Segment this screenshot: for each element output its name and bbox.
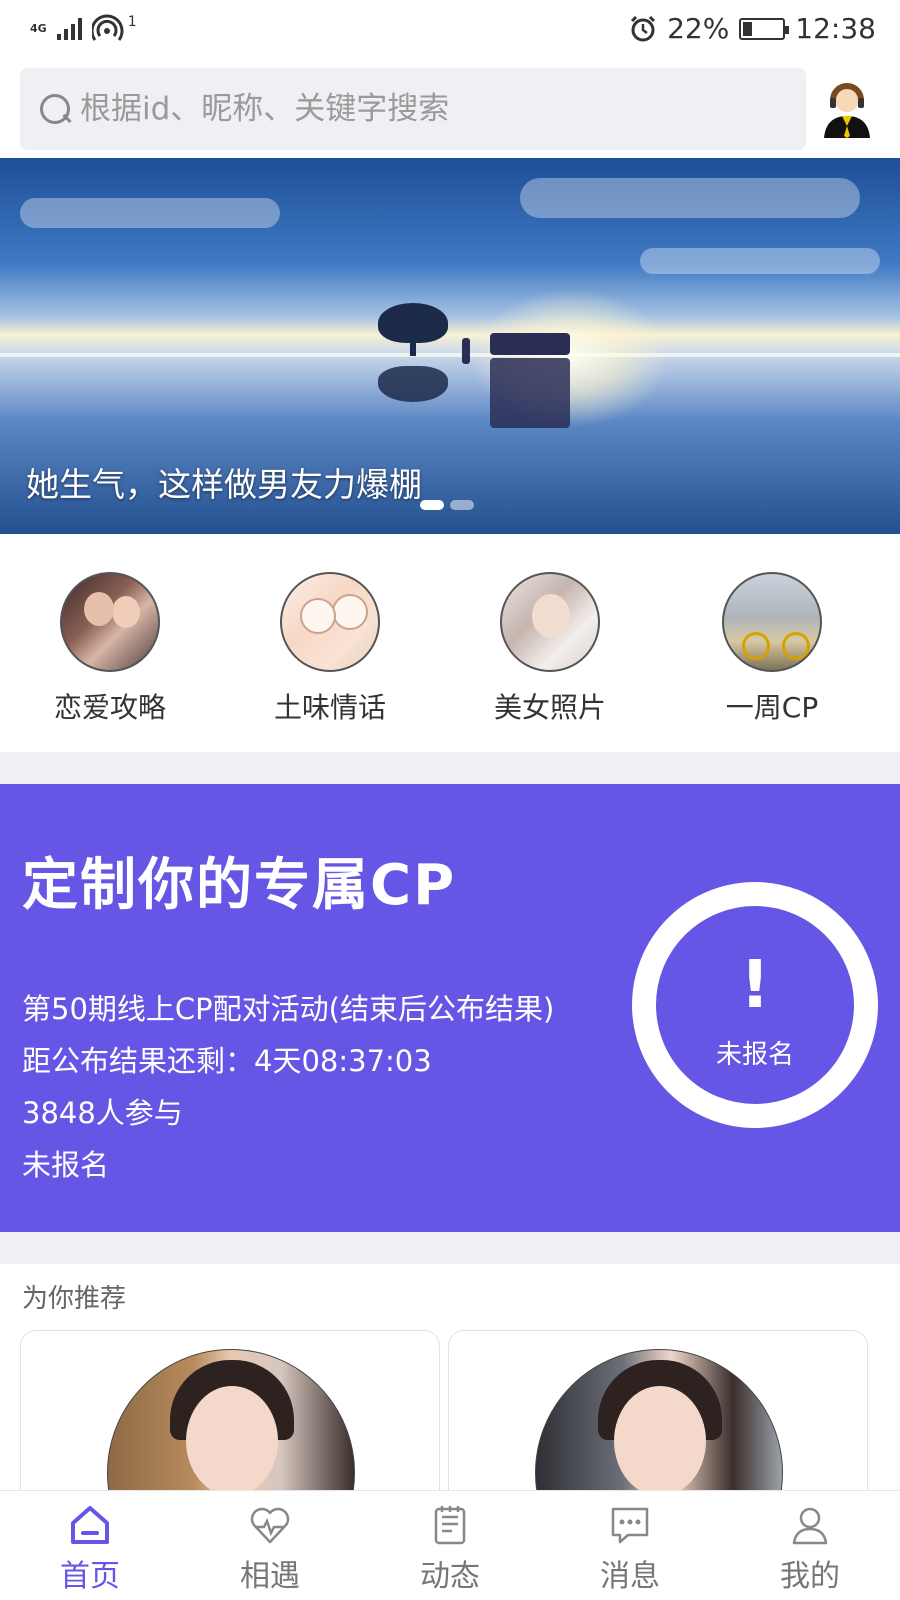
banner-cloud — [520, 178, 860, 218]
home-icon — [68, 1503, 112, 1547]
battery-percent: 22% — [667, 12, 730, 45]
cp-event-text: 第50期线上CP配对活动(结束后公布结果) — [22, 992, 555, 1026]
category-cheesy-lines[interactable]: 土味情话 — [250, 572, 410, 726]
bottom-nav: 首页 相遇 动态 消息 我的 — [0, 1490, 900, 1600]
profile-photo — [107, 1349, 355, 1509]
recommend-card[interactable] — [20, 1330, 440, 1510]
signal-icon — [56, 18, 82, 40]
banner-tree-reflection — [378, 366, 448, 402]
couple-photo-icon — [60, 572, 160, 672]
recommend-title: 为你推荐 — [22, 1284, 127, 1314]
search-input[interactable] — [80, 91, 780, 127]
battery-icon — [739, 17, 790, 40]
carousel-dot-active — [420, 500, 444, 510]
banner-horizon — [0, 353, 900, 357]
status-right: 22% 12:38 — [629, 12, 876, 45]
network-type-label: 4G — [30, 22, 47, 35]
category-label: 土味情话 — [273, 691, 386, 724]
category-label: 一周CP — [725, 691, 819, 724]
cp-activity-card[interactable]: 定制你的专属CP 第50期线上CP配对活动(结束后公布结果) 距公布结果还剩：4… — [0, 784, 900, 1232]
section-divider — [0, 752, 900, 784]
search-icon — [38, 92, 72, 126]
profile-photo — [535, 1349, 783, 1509]
wifi-hotspot-icon — [91, 14, 124, 41]
banner-caption: 她生气，这样做男友力爆棚 — [26, 465, 422, 504]
banner-piano-reflection — [490, 358, 570, 428]
category-row: 恋爱攻略 土味情话 美女照片 一周CP — [0, 534, 900, 752]
nav-item-encounter[interactable]: 相遇 — [180, 1491, 360, 1600]
notepad-icon — [428, 1503, 472, 1547]
recommend-card[interactable] — [448, 1330, 868, 1510]
status-bar: 4G 1 22% 12:38 — [0, 0, 900, 62]
alarm-icon — [631, 15, 656, 41]
nav-label: 首页 — [60, 1559, 120, 1594]
exclamation-icon: ! — [739, 946, 771, 1023]
nav-label: 消息 — [600, 1559, 660, 1594]
customer-service-icon[interactable] — [816, 78, 878, 140]
carousel-dot — [450, 500, 474, 510]
banner-carousel[interactable]: 她生气，这样做男友力爆棚 — [0, 158, 900, 534]
carousel-indicator — [420, 500, 474, 510]
chat-icon — [608, 1503, 652, 1547]
category-label: 恋爱攻略 — [53, 691, 166, 724]
banner-person — [462, 338, 470, 364]
nav-label: 动态 — [420, 1559, 480, 1594]
heart-pulse-icon — [248, 1503, 292, 1547]
signup-ring-button[interactable]: ! 未报名 — [632, 882, 878, 1128]
nav-label: 相遇 — [240, 1559, 300, 1594]
signup-ring-label: 未报名 — [715, 1040, 794, 1070]
nav-item-profile[interactable]: 我的 — [720, 1491, 900, 1600]
category-beauty-photos[interactable]: 美女照片 — [470, 572, 630, 726]
nav-item-home[interactable]: 首页 — [0, 1491, 180, 1600]
category-label: 美女照片 — [493, 691, 606, 724]
user-icon — [788, 1503, 832, 1547]
banner-tree — [378, 303, 448, 343]
nav-item-moments[interactable]: 动态 — [360, 1491, 540, 1600]
cp-signup-status: 未报名 — [22, 1148, 110, 1182]
banner-tree-trunk — [410, 338, 416, 356]
cp-participants: 3848人参与 — [22, 1096, 183, 1130]
status-left: 4G 1 — [30, 14, 137, 44]
section-divider — [0, 1232, 900, 1264]
nav-label: 我的 — [780, 1559, 840, 1594]
girl-photo-icon — [500, 572, 600, 672]
clock: 12:38 — [795, 12, 876, 45]
cartoon-couple-icon — [280, 572, 380, 672]
search-bar[interactable] — [20, 68, 806, 150]
category-love-guide[interactable]: 恋爱攻略 — [30, 572, 190, 726]
cp-title: 定制你的专属CP — [22, 853, 457, 918]
banner-piano — [490, 333, 570, 355]
banner-cloud — [20, 198, 280, 228]
bicycle-couple-icon — [722, 572, 822, 672]
hotspot-count: 1 — [127, 14, 137, 30]
cp-countdown: 距公布结果还剩：4天08:37:03 — [22, 1044, 432, 1078]
category-weekly-cp[interactable]: 一周CP — [692, 572, 852, 726]
banner-cloud — [640, 248, 880, 274]
nav-item-messages[interactable]: 消息 — [540, 1491, 720, 1600]
